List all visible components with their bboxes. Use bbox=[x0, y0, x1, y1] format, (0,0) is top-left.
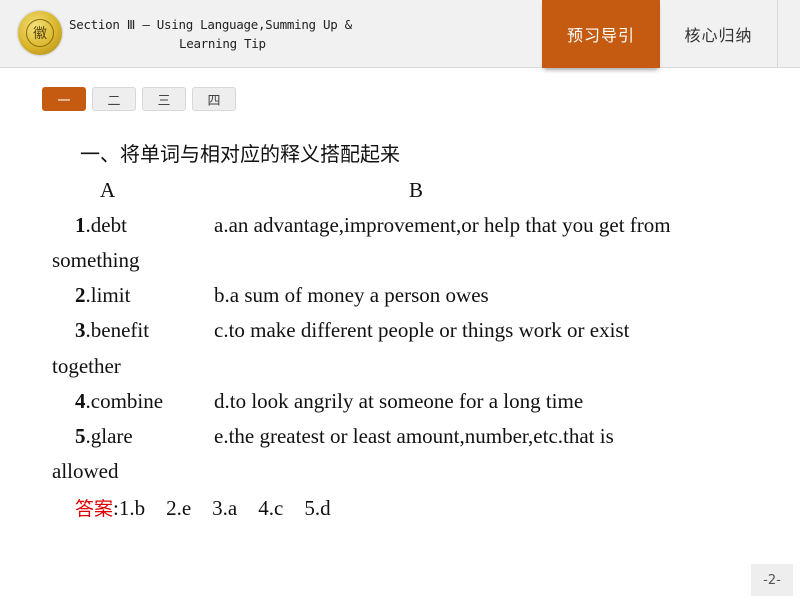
list-item-word: 3.benefit bbox=[75, 318, 149, 343]
list-item-word: 5.glare bbox=[75, 424, 133, 449]
column-b-label: B bbox=[409, 178, 424, 202]
section-title-line2: Learning Tip bbox=[179, 36, 266, 51]
list-item-definition-wrap: allowed bbox=[52, 459, 119, 483]
tab-core-summary[interactable]: 核心归纳 bbox=[660, 0, 778, 68]
item-number: 5 bbox=[75, 424, 86, 448]
item-word: .limit bbox=[85, 283, 131, 307]
item-number: 2 bbox=[75, 283, 86, 307]
list-item-word: 1.debt bbox=[75, 213, 127, 238]
list-item-definition: b.a sum of money a person owes bbox=[214, 283, 489, 307]
subtab-2[interactable]: 二 bbox=[92, 87, 136, 111]
subtab-bar: 一 二 三 四 bbox=[42, 87, 236, 111]
list-item-word: 2.limit bbox=[75, 283, 130, 308]
item-number: 1 bbox=[75, 213, 86, 237]
column-a-label: A bbox=[100, 178, 116, 202]
list-item-definition: d.to look angrily at someone for a long … bbox=[214, 389, 584, 413]
answer-line: 答案:1.b 2.e 3.a 4.c 5.d bbox=[75, 494, 331, 521]
item-word: .combine bbox=[85, 389, 164, 413]
list-item-definition: c.to make different people or things wor… bbox=[214, 318, 630, 342]
item-number: 4 bbox=[75, 389, 86, 413]
list-item-definition-wrap: together bbox=[52, 354, 121, 378]
list-item-definition: e.the greatest or least amount,number,et… bbox=[214, 424, 614, 448]
section-title: Section Ⅲ — Using Language,Summing Up & … bbox=[69, 15, 352, 53]
exercise-heading: 一、将单词与相对应的释义搭配起来 bbox=[80, 142, 400, 166]
item-word: .benefit bbox=[85, 318, 150, 342]
header-bar: 徽 Section Ⅲ — Using Language,Summing Up … bbox=[0, 0, 800, 68]
section-title-line1: Section Ⅲ — Using Language,Summing Up & bbox=[69, 17, 352, 32]
tab-preview-guide[interactable]: 预习导引 bbox=[542, 0, 660, 68]
list-item-definition-wrap: something bbox=[52, 248, 140, 272]
subtab-1[interactable]: 一 bbox=[42, 87, 86, 111]
item-word: .glare bbox=[85, 424, 133, 448]
subtab-4[interactable]: 四 bbox=[192, 87, 236, 111]
emblem-glyph: 徽 bbox=[26, 19, 54, 47]
school-emblem-icon: 徽 bbox=[18, 11, 62, 55]
item-number: 3 bbox=[75, 318, 86, 342]
list-item-definition: a.an advantage,improvement,or help that … bbox=[214, 213, 671, 237]
answer-text: :1.b 2.e 3.a 4.c 5.d bbox=[113, 496, 331, 520]
answer-label: 答案 bbox=[75, 498, 114, 520]
item-word: .debt bbox=[85, 213, 127, 237]
page-number: -2- bbox=[751, 564, 793, 596]
subtab-3[interactable]: 三 bbox=[142, 87, 186, 111]
list-item-word: 4.combine bbox=[75, 389, 163, 414]
